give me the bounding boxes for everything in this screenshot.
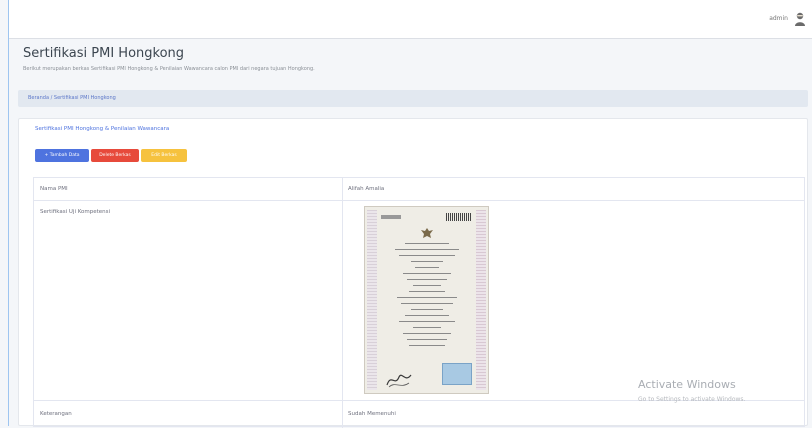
breadcrumb[interactable]: Beranda / Sertifikasi PMI Hongkong (18, 90, 808, 107)
row-label: Keterangan (40, 411, 72, 417)
activation-watermark-subtitle: Go to Settings to activate Windows. (638, 396, 746, 403)
certificate-border-right (476, 210, 486, 390)
card-title: Sertifikasi PMI Hongkong & Penilaian Waw… (35, 126, 170, 132)
page-subtitle: Berikut merupakan berkas Sertifikasi PMI… (23, 66, 315, 72)
column-divider (342, 178, 343, 200)
row-value: Alifah Amalia (348, 186, 385, 192)
column-divider (342, 401, 343, 428)
sidebar-edge (8, 0, 9, 426)
edit-file-button[interactable]: Edit Berkas (141, 149, 187, 162)
barcode-icon (446, 213, 472, 221)
table-row: Nama PMI Alifah Amalia (34, 178, 804, 200)
column-divider (342, 201, 343, 400)
row-value: Sudah Memenuhi (348, 411, 396, 417)
certificate-text-lines (387, 243, 467, 351)
row-label: Nama PMI (40, 186, 68, 192)
holder-photo (442, 363, 472, 385)
activation-watermark-title: Activate Windows (638, 378, 736, 391)
table-row: Keterangan Sudah Memenuhi (34, 400, 804, 428)
certificate-number-block (381, 215, 401, 219)
signature-stamp-icon (386, 374, 412, 388)
top-navbar: admin (9, 0, 812, 39)
certificate-border-left (367, 210, 377, 390)
delete-file-button[interactable]: Delete Berkas (91, 149, 139, 162)
user-avatar-icon[interactable] (794, 12, 806, 27)
certificate-image[interactable] (364, 206, 489, 394)
garuda-emblem-icon (421, 228, 433, 238)
add-data-button[interactable]: + Tambah Data (35, 149, 89, 162)
user-name[interactable]: admin (769, 15, 788, 22)
table-row: Sertifikasi Uji Kompetensi (34, 200, 804, 400)
page-title: Sertifikasi PMI Hongkong (23, 46, 185, 61)
page-header: Sertifikasi PMI Hongkong Berikut merupak… (23, 46, 315, 72)
row-label: Sertifikasi Uji Kompetensi (40, 209, 111, 215)
